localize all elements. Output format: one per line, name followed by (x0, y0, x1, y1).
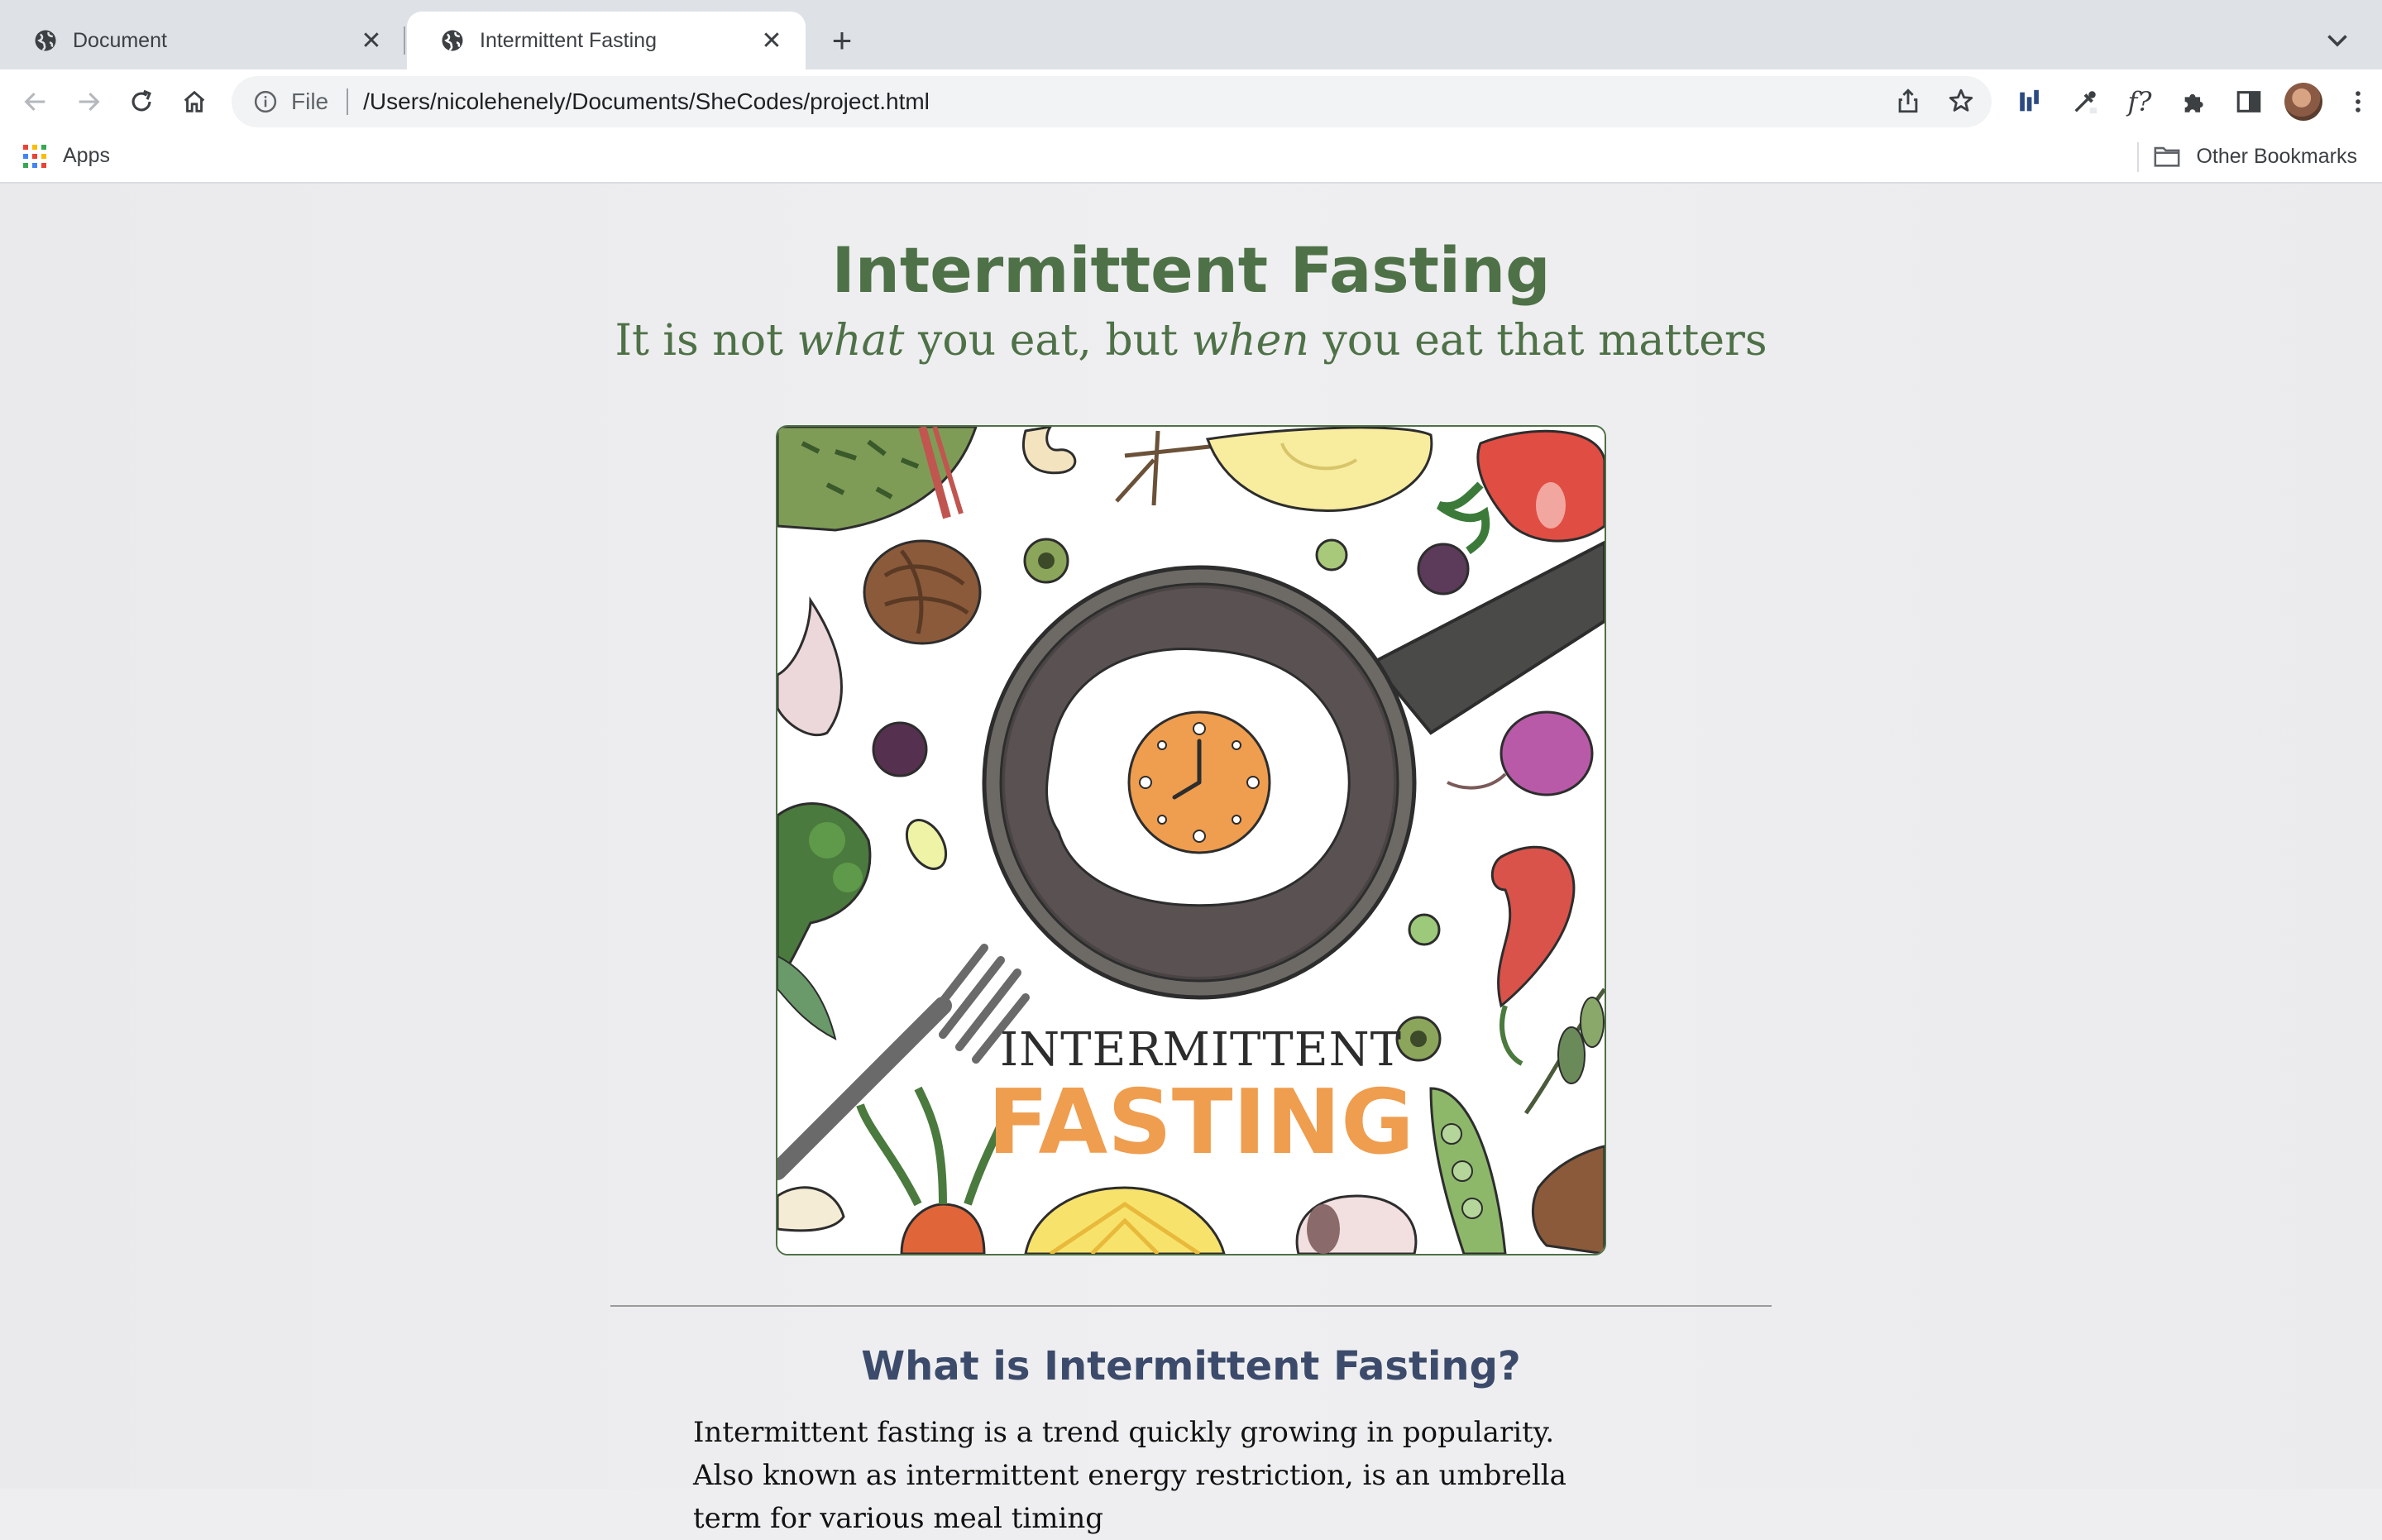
close-tab-icon[interactable]: ✕ (357, 26, 385, 55)
hero-image: INTERMITTENT FASTING (776, 425, 1606, 1255)
globe-icon (35, 30, 56, 51)
bookmarks-bar: Apps Other Bookmarks (0, 134, 2382, 184)
tab-search-chevron-icon[interactable] (2322, 25, 2352, 55)
section-body: Intermittent fasting is a trend quickly … (693, 1416, 1566, 1535)
eyedropper-extension-icon[interactable] (2066, 83, 2104, 121)
apps-label: Apps (63, 144, 110, 167)
section-heading: What is Intermittent Fasting? (861, 1343, 1521, 1389)
url-text[interactable]: /Users/nicolehenely/Documents/SheCodes/p… (363, 88, 930, 115)
back-arrow-icon (24, 92, 45, 112)
bookmarks-divider (2137, 142, 2139, 172)
tab-document[interactable]: Document ✕ (0, 12, 405, 69)
tab-strip: Document ✕ Intermittent Fasting ✕ + (0, 0, 2382, 69)
home-button[interactable] (175, 83, 213, 121)
omnibox-divider (347, 88, 349, 115)
reload-button[interactable] (122, 83, 160, 121)
other-bookmarks-label: Other Bookmarks (2196, 144, 2357, 168)
folder-icon (2155, 146, 2180, 167)
fasting-illustration: INTERMITTENT FASTING (777, 427, 1605, 1254)
share-icon[interactable] (1894, 87, 1922, 115)
back-button[interactable] (17, 83, 55, 121)
hero-text-fasting: FASTING (988, 1071, 1414, 1174)
apps-grid-icon (23, 144, 46, 168)
reload-icon (132, 89, 151, 112)
star-icon[interactable] (1947, 87, 1975, 115)
forward-arrow-icon (79, 92, 100, 112)
globe-icon (442, 30, 463, 51)
side-panel-icon[interactable] (2230, 83, 2268, 121)
info-icon[interactable] (253, 89, 278, 114)
web-page: Intermittent Fasting It is not what you … (0, 184, 2382, 1535)
tagline-part: you eat that matters (1308, 316, 1767, 366)
other-bookmarks[interactable]: Other Bookmarks (2153, 144, 2357, 169)
forward-button[interactable] (69, 83, 108, 121)
new-tab-button[interactable]: + (825, 22, 859, 60)
font-finder-extension-icon[interactable]: f? (2121, 83, 2159, 121)
tagline-emphasis-when: when (1191, 316, 1309, 366)
page-tagline: It is not what you eat, but when you eat… (0, 316, 2382, 366)
tab-title: Intermittent Fasting (480, 28, 657, 52)
apps-shortcut[interactable]: Apps (23, 144, 110, 168)
extension-icons: f? (2011, 83, 2377, 121)
tagline-part: you eat, but (904, 316, 1192, 366)
kebab-menu-icon[interactable] (2339, 83, 2377, 121)
close-tab-icon[interactable]: ✕ (758, 26, 786, 55)
tagline-part: It is not (615, 316, 797, 366)
bar-chart-extension-icon[interactable] (2011, 83, 2050, 121)
page-title: Intermittent Fasting (831, 233, 1551, 307)
omnibox-actions (1894, 87, 1975, 115)
scheme-label: File (291, 88, 329, 114)
profile-avatar[interactable] (2284, 83, 2322, 121)
hero-text-intermittent: INTERMITTENT (1000, 1023, 1402, 1077)
address-bar[interactable]: File /Users/nicolehenely/Documents/SheCo… (232, 76, 1992, 127)
puzzle-icon[interactable] (2175, 83, 2213, 121)
browser-toolbar: File /Users/nicolehenely/Documents/SheCo… (0, 69, 2382, 134)
avatar (2284, 83, 2322, 121)
tagline-emphasis-what: what (796, 316, 905, 366)
home-icon (184, 90, 205, 112)
tab-intermittent-fasting[interactable]: Intermittent Fasting ✕ (407, 12, 806, 69)
tab-title: Document (73, 28, 167, 52)
section-divider (610, 1305, 1772, 1307)
